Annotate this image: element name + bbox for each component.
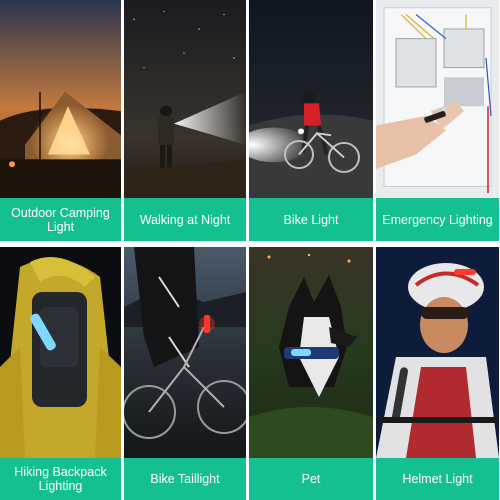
caption-camping: Outdoor Camping Light [0, 198, 121, 241]
caption-bike-light: Bike Light [249, 198, 373, 241]
scene-grid: Outdoor Camping Light Walking at Night B… [0, 0, 500, 500]
bike-taillight-scene-image [124, 247, 246, 458]
helmet-cyclist-scene-image [376, 247, 499, 458]
caption-taillight: Bike Taillight [124, 458, 246, 500]
caption-helmet: Helmet Light [376, 458, 499, 500]
caption-pet: Pet [249, 458, 373, 500]
scene-card-helmet: Helmet Light [376, 247, 499, 500]
scene-card-night-walk: Walking at Night [124, 0, 246, 241]
scene-card-camping: Outdoor Camping Light [0, 0, 121, 241]
scene-card-hiking: Hiking Backpack Lighting [0, 247, 121, 500]
camping-tent-scene-image [0, 0, 121, 198]
hiker-backpack-scene-image [0, 247, 121, 458]
caption-emergency: Emergency Lighting [376, 198, 499, 241]
night-walk-scene-image [124, 0, 246, 198]
scene-card-bike-light: Bike Light [249, 0, 373, 241]
dog-collar-light-scene-image [249, 247, 373, 458]
scene-card-emergency: Emergency Lighting [376, 0, 499, 241]
electrical-panel-scene-image [376, 0, 499, 198]
scene-card-pet: Pet [249, 247, 373, 500]
caption-night-walk: Walking at Night [124, 198, 246, 241]
scene-card-taillight: Bike Taillight [124, 247, 246, 500]
caption-hiking: Hiking Backpack Lighting [0, 458, 121, 500]
bike-front-light-scene-image [249, 0, 373, 198]
